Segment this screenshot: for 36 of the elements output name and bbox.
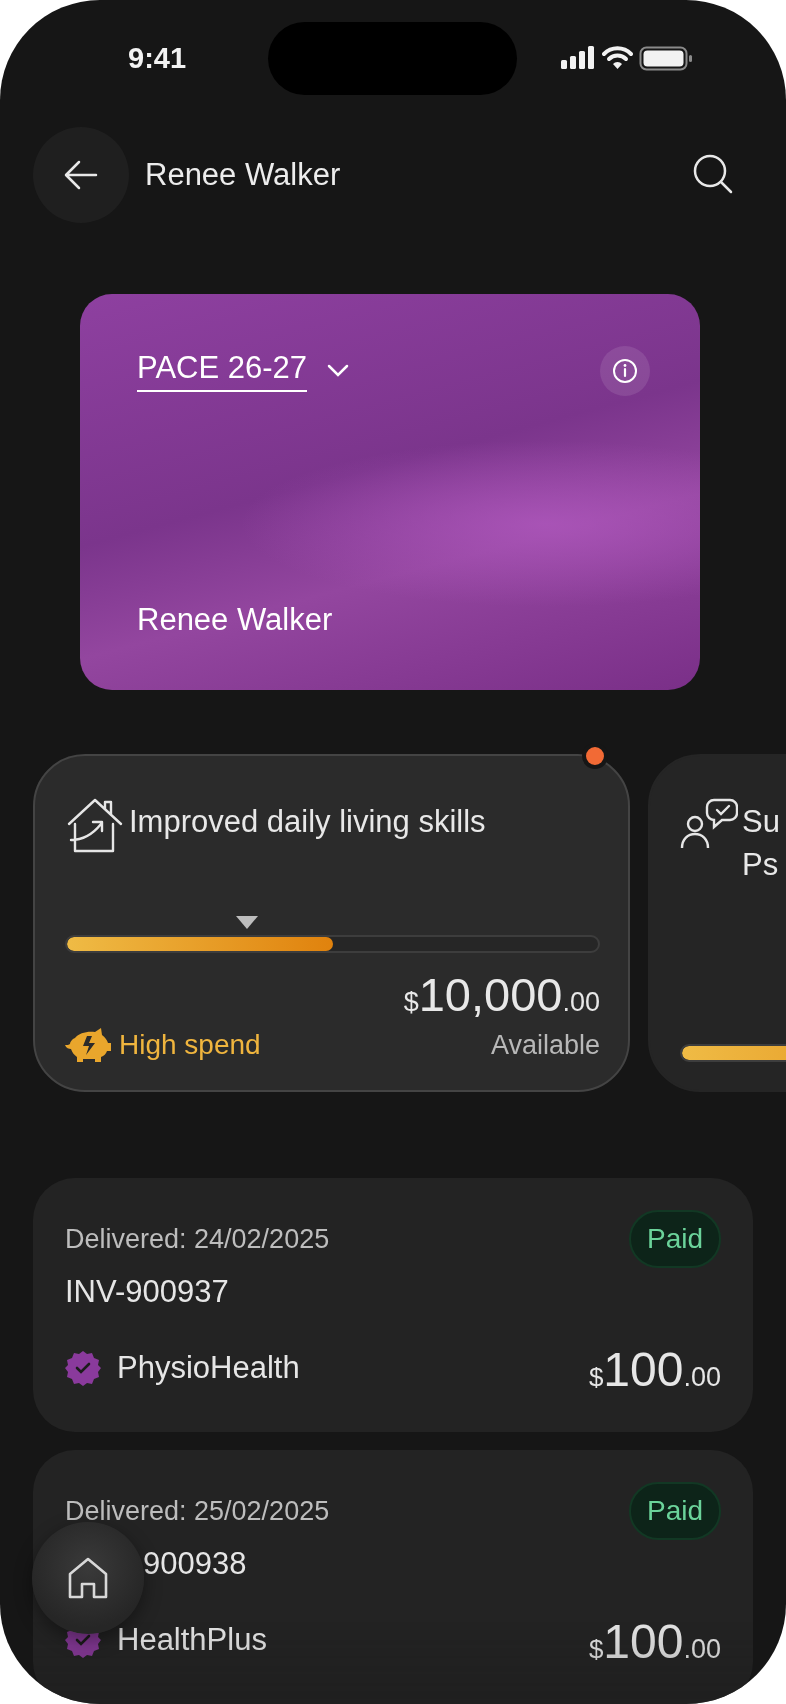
wifi-icon [602,46,633,70]
goal-card[interactable]: Su Ps [648,754,786,1092]
delivery-date: Delivered: 25/02/2025 [65,1495,330,1527]
back-arrow-icon [64,160,98,190]
piggy-bank-icon [65,1028,111,1062]
invoice-card[interactable]: Delivered: 25/02/2025 Paid 900938 HealthPlus $100.00 [33,1450,753,1704]
plan-selector[interactable]: PACE 26-27 [137,350,349,392]
page-title: Renee Walker [145,157,342,193]
spend-status: High spend [119,1029,261,1061]
invoice-amount: $100.00 [588,1614,721,1669]
info-icon [612,358,638,384]
house-growth-icon [65,796,125,854]
status-time: 9:41 [128,42,187,75]
signal-icon [561,46,595,70]
search-icon [692,153,734,195]
provider-name: PhysioHealth [116,1350,300,1386]
goal-card[interactable]: Improved daily living skills $10,000.00 High spend Available [33,754,630,1092]
goal-title: Ps [742,846,780,885]
invoice-amount: $100.00 [588,1342,721,1397]
card-holder-name: Renee Walker [137,602,334,638]
status-badge: Paid [628,1210,721,1268]
battery-icon [639,46,693,71]
home-icon [67,1556,109,1600]
invoice-card[interactable]: Delivered: 24/02/2025 Paid INV-900937 PhysioHealth $100.00 [33,1178,753,1432]
goal-title: Su [742,803,780,841]
status-badge: Paid [628,1482,721,1540]
delivery-date: Delivered: 24/02/2025 [65,1223,330,1255]
amount-caption: Available [490,1029,600,1061]
invoice-number: INV-900937 [65,1274,230,1310]
goal-title: Improved daily living skills [129,803,486,841]
chevron-down-icon [327,364,349,378]
info-button[interactable] [600,346,650,396]
invoice-number: 900938 [143,1546,248,1582]
provider-name: HealthPlus [116,1622,267,1658]
available-amount: $10,000.00 [403,967,600,1022]
verified-badge-icon [65,1350,101,1386]
